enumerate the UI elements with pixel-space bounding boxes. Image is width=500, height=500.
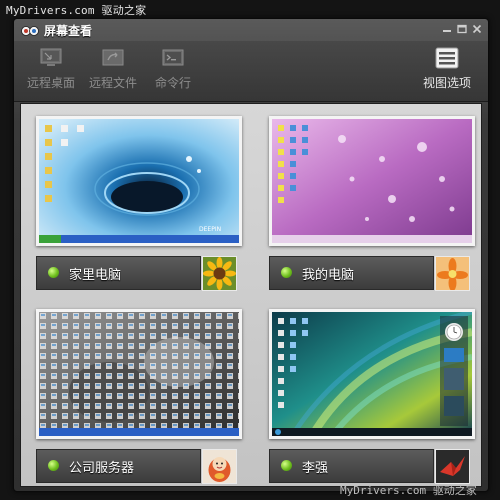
online-status-icon [281, 267, 292, 278]
origami-crane-avatar-icon [435, 449, 470, 484]
online-status-icon [281, 460, 292, 471]
title-bar: 屏幕查看 [14, 19, 488, 41]
orange-flower-avatar-icon [435, 256, 470, 291]
computer-info-bar[interactable]: 我的电脑 [269, 256, 434, 290]
computer-name: 公司服务器 [69, 461, 135, 476]
command-line-icon [161, 47, 185, 69]
watermark-bottom: MyDrivers.com 驱动之家 [340, 484, 477, 497]
desktop-thumbnail[interactable] [36, 309, 242, 439]
computer-tile: 李强 [269, 309, 475, 489]
remote-desktop-label: 远程桌面 [26, 76, 75, 90]
desktop-thumbnail[interactable] [269, 309, 475, 439]
view-options-icon [435, 47, 459, 69]
command-line-button[interactable]: 命令行 [144, 45, 202, 97]
maximize-icon[interactable] [457, 24, 467, 34]
computer-tile: 公司服务器 [36, 309, 242, 489]
close-icon[interactable] [472, 24, 482, 34]
remote-files-button[interactable]: 远程文件 [84, 45, 142, 97]
remote-files-icon [101, 47, 125, 69]
screen-viewer-window: 屏幕查看 远程桌面 远程文件 命令行 视图选项 DEEPIN 家里电脑 我的电脑… [13, 18, 489, 492]
remote-files-label: 远程文件 [88, 76, 137, 90]
view-options-button[interactable]: 视图选项 [418, 45, 476, 97]
toolbar: 远程桌面 远程文件 命令行 视图选项 [14, 41, 488, 102]
doll-avatar-icon [202, 449, 237, 484]
screen-grid: DEEPIN 家里电脑 我的电脑 公司服务器 李强 [20, 103, 482, 487]
svg-text:DEEPIN: DEEPIN [199, 226, 221, 233]
view-options-label: 视图选项 [422, 76, 471, 90]
online-status-icon [48, 267, 59, 278]
computer-tile: 我的电脑 [269, 116, 475, 296]
sunflower-avatar-icon [202, 256, 237, 291]
remote-desktop-button[interactable]: 远程桌面 [22, 45, 80, 97]
computer-info-bar[interactable]: 家里电脑 [36, 256, 201, 290]
online-status-icon [48, 460, 59, 471]
watermark-top: MyDrivers.com 驱动之家 [6, 4, 147, 17]
computer-tile: DEEPIN 家里电脑 [36, 116, 242, 296]
computer-name: 李强 [302, 461, 329, 476]
command-line-label: 命令行 [154, 76, 191, 90]
window-controls [442, 24, 482, 34]
remote-desktop-icon [39, 47, 63, 69]
minimize-icon[interactable] [442, 24, 452, 34]
computer-info-bar[interactable]: 李强 [269, 449, 434, 483]
desktop-thumbnail[interactable] [269, 116, 475, 246]
window-title: 屏幕查看 [44, 24, 93, 38]
computer-name: 我的电脑 [302, 268, 355, 283]
desktop-thumbnail[interactable]: DEEPIN [36, 116, 242, 246]
computer-info-bar[interactable]: 公司服务器 [36, 449, 201, 483]
computer-name: 家里电脑 [69, 268, 122, 283]
app-logo-icon [21, 23, 39, 37]
